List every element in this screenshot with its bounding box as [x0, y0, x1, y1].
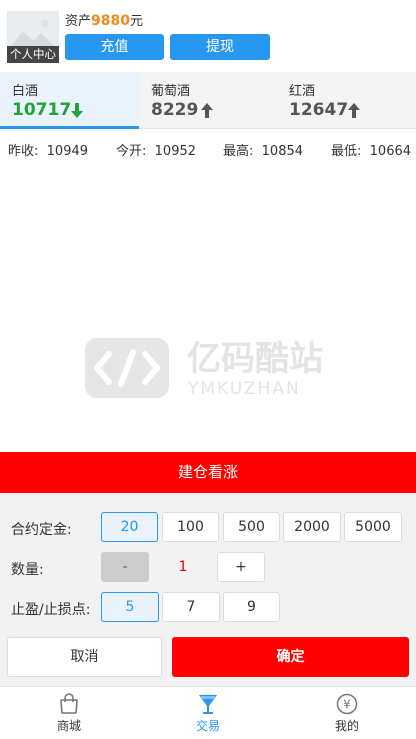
cancel-button[interactable]: 取消 — [7, 637, 162, 677]
avatar[interactable]: 个人中心 — [7, 11, 59, 63]
asset-prefix: 资产 — [65, 14, 92, 29]
stat-value: 10952 — [154, 144, 197, 159]
nav-label: 商城 — [56, 719, 81, 733]
stat-high: 最高: 10854 — [223, 140, 303, 159]
deposit-option-500[interactable]: 500 — [223, 512, 280, 542]
confirm-button[interactable]: 确定 — [172, 637, 409, 677]
arrow-up-icon — [201, 103, 213, 118]
trade-page: 个人中心 资产9880元 充值 提现 白酒 10717 葡萄酒 8229 红酒 — [0, 0, 416, 739]
quantity-minus-button[interactable]: - — [101, 552, 149, 582]
withdraw-button[interactable]: 提现 — [170, 34, 270, 60]
stat-low: 最低: 10664 — [331, 140, 411, 159]
stat-prev-close: 昨收: 10949 — [8, 140, 88, 159]
order-panel: 合约定金: 20 100 500 2000 5000 数量: - 1 + 止盈/… — [0, 493, 416, 686]
account-header: 个人中心 资产9880元 充值 提现 — [0, 0, 416, 70]
quantity-plus-button[interactable]: + — [217, 552, 265, 582]
product-tabs: 白酒 10717 葡萄酒 8229 红酒 12647 — [0, 72, 416, 129]
stat-label: 昨收: — [8, 144, 39, 159]
stat-open: 今开: 10952 — [116, 140, 196, 159]
svg-text:¥: ¥ — [343, 698, 351, 712]
deposit-option-100[interactable]: 100 — [162, 512, 219, 542]
nav-label: 交易 — [195, 719, 220, 733]
stop-profit-loss-label: 止盈/止损点: — [11, 602, 91, 618]
asset-balance: 资产9880元 — [65, 11, 143, 32]
recharge-button[interactable]: 充值 — [65, 34, 164, 60]
tab-name: 葡萄酒 — [151, 84, 191, 99]
open-long-bar[interactable]: 建仓看涨 — [0, 452, 416, 493]
tab-wine[interactable]: 葡萄酒 8229 — [139, 72, 277, 129]
stat-value: 10854 — [261, 144, 304, 159]
tab-price: 12647 — [289, 100, 349, 120]
watermark-subtitle: YMKUZHAN — [187, 379, 301, 399]
nav-mine[interactable]: ¥ 我的 — [278, 687, 416, 739]
bottom-nav: 商城 交易 ¥ 我的 — [0, 686, 416, 739]
watermark: 亿码酷站 YMKUZHAN — [85, 336, 335, 400]
deposit-option-5000[interactable]: 5000 — [344, 512, 402, 542]
stat-label: 最低: — [331, 144, 362, 159]
tab-name: 白酒 — [12, 84, 39, 99]
asset-amount: 9880 — [91, 13, 130, 29]
watermark-title: 亿码酷站 — [187, 339, 323, 379]
price-stats: 昨收: 10949 今开: 10952 最高: 10854 最低: 10664 — [0, 140, 416, 160]
stat-label: 今开: — [116, 144, 147, 159]
quantity-label: 数量: — [11, 562, 44, 578]
asset-unit: 元 — [129, 14, 143, 29]
stop-option-7[interactable]: 7 — [162, 592, 220, 622]
arrow-up-icon — [348, 103, 360, 118]
code-logo-icon: 亿码酷站 YMKUZHAN — [85, 338, 323, 399]
cocktail-glass-icon — [199, 695, 217, 714]
deposit-option-20[interactable]: 20 — [101, 512, 158, 542]
yen-circle-icon: ¥ — [336, 693, 358, 715]
stat-value: 10949 — [46, 144, 89, 159]
stat-label: 最高: — [223, 144, 254, 159]
tab-red-wine[interactable]: 红酒 12647 — [277, 72, 416, 129]
quantity-value[interactable]: 1 — [150, 552, 216, 582]
nav-trade[interactable]: 交易 — [139, 687, 277, 739]
shopping-bag-icon — [60, 693, 78, 714]
stop-option-9[interactable]: 9 — [223, 592, 280, 622]
arrow-down-icon — [71, 103, 83, 118]
tab-price: 8229 — [151, 100, 199, 120]
tab-baijiu[interactable]: 白酒 10717 — [0, 72, 139, 129]
nav-label: 我的 — [334, 719, 359, 733]
deposit-label: 合约定金: — [11, 522, 72, 538]
nav-mall[interactable]: 商城 — [0, 687, 138, 739]
tab-name: 红酒 — [289, 84, 316, 99]
deposit-option-2000[interactable]: 2000 — [283, 512, 341, 542]
stat-value: 10664 — [369, 144, 412, 159]
stop-option-5[interactable]: 5 — [101, 592, 159, 622]
personal-center-label[interactable]: 个人中心 — [7, 46, 59, 63]
tab-price: 10717 — [12, 100, 72, 120]
